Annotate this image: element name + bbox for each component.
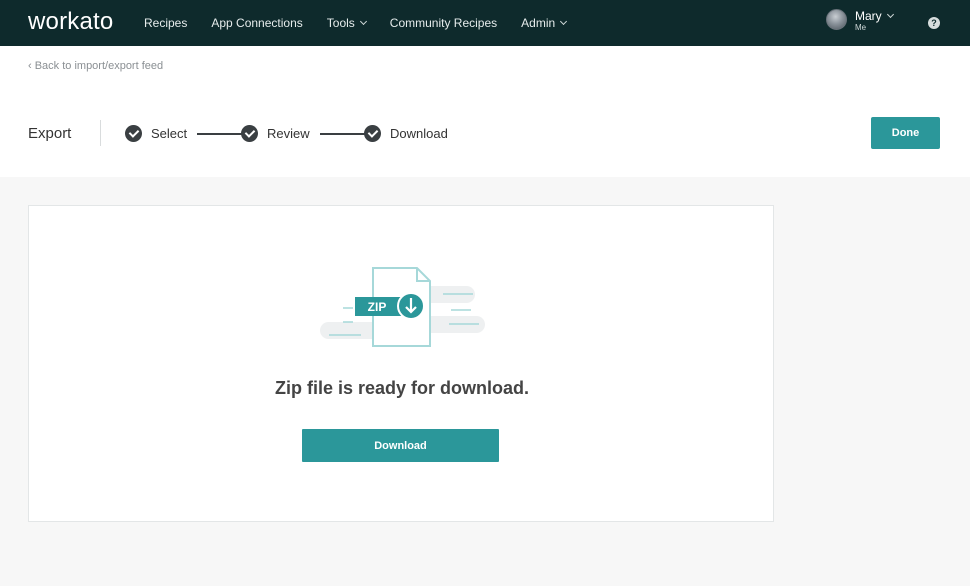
chevron-down-icon [359, 17, 367, 26]
step-download: Download [364, 125, 448, 142]
chevron-down-icon [886, 10, 894, 19]
nav-item-tools[interactable]: Tools [326, 16, 367, 30]
top-navigation-bar: workato Recipes App Connections Tools Co… [0, 0, 970, 46]
done-button[interactable]: Done [871, 117, 940, 149]
nav-item-admin[interactable]: Admin [521, 16, 568, 30]
export-card: ZIP Zip file is ready for download. Down… [28, 205, 774, 522]
download-button[interactable]: Download [302, 429, 499, 462]
check-circle-icon [125, 125, 142, 142]
nav-item-label: Recipes [144, 16, 188, 30]
avatar [826, 9, 847, 30]
nav-item-community-recipes[interactable]: Community Recipes [390, 16, 497, 30]
nav-item-label: Admin [521, 16, 556, 30]
step-connector [320, 133, 368, 135]
user-name-text: Mary [855, 9, 882, 23]
step-label: Download [390, 126, 448, 141]
nav-item-recipes[interactable]: Recipes [144, 16, 187, 30]
nav-item-label: Community Recipes [389, 16, 498, 30]
zip-file-download-icon: ZIP [320, 267, 485, 347]
ready-message: Zip file is ready for download. [274, 378, 530, 398]
page-header: ‹ Back to import/export feed Export Sele… [0, 46, 970, 177]
user-info: Mary Me [855, 9, 894, 33]
nav-item-label: App Connections [211, 16, 303, 30]
step-connector [197, 133, 245, 135]
step-label: Select [151, 126, 188, 141]
check-circle-icon [241, 125, 258, 142]
help-icon[interactable]: ? [928, 17, 940, 29]
check-circle-icon [364, 125, 381, 142]
user-menu[interactable]: Mary Me [826, 9, 894, 33]
user-subtitle: Me [855, 23, 867, 32]
chevron-down-icon [560, 17, 568, 26]
back-to-feed-link[interactable]: ‹ Back to import/export feed [28, 60, 163, 72]
workato-logo[interactable]: workato [28, 8, 113, 36]
divider [100, 120, 101, 146]
user-name: Mary [855, 9, 894, 23]
step-review: Review [241, 125, 310, 142]
page-title: Export [28, 125, 72, 142]
step-select: Select [125, 125, 187, 142]
nav-item-label: Tools [326, 16, 355, 30]
nav-menu: Recipes App Connections Tools Community … [144, 0, 590, 46]
nav-item-app-connections[interactable]: App Connections [211, 16, 302, 30]
zip-label: ZIP [368, 300, 387, 314]
step-label: Review [267, 126, 310, 141]
